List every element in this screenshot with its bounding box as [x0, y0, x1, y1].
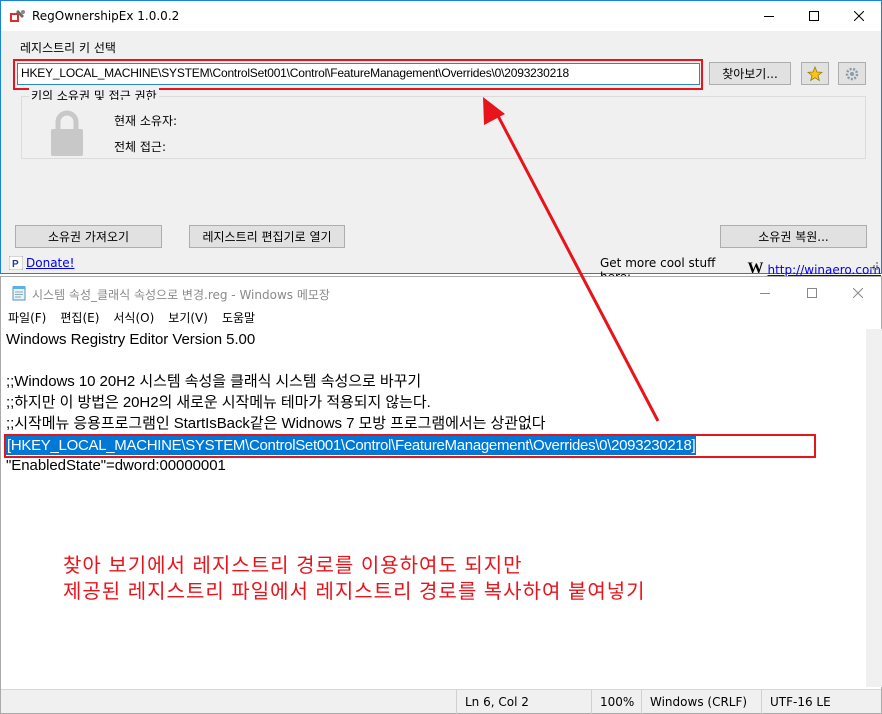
close-button[interactable]: [836, 1, 882, 31]
app-icon: [10, 10, 25, 22]
menu-edit[interactable]: 편집(E): [53, 308, 106, 328]
svg-text:P: P: [12, 259, 19, 270]
status-position: Ln 6, Col 2: [456, 690, 591, 714]
take-ownership-button[interactable]: 소유권 가져오기: [15, 225, 162, 248]
notepad-window: 시스템 속성_클래식 속성으로 변경.reg - Windows 메모장 파일(…: [0, 276, 882, 714]
gear-icon: [845, 67, 859, 80]
text-line: [6, 350, 866, 371]
text-line: ;;시작메뉴 응용프로그램인 StartIsBack같은 Widnows 7 모…: [6, 415, 546, 432]
minimize-button[interactable]: [746, 1, 792, 31]
notepad-menubar: 파일(F) 편집(E) 서식(O) 보기(V) 도움말: [1, 308, 881, 328]
selected-registry-path[interactable]: [HKEY_LOCAL_MACHINE\SYSTEM\ControlSet001…: [6, 436, 697, 455]
notepad-text-area[interactable]: Windows Registry Editor Version 5.00 ;;W…: [1, 329, 866, 687]
regownership-window: RegOwnershipEx 1.0.0.2 레지스트리 키 선택 HKEY_L…: [0, 0, 882, 284]
annotation-line-2: 제공된 레지스트리 파일에서 레지스트리 경로를 복사하여 붙여넣기: [63, 581, 646, 603]
donate-link[interactable]: Donate!: [26, 256, 74, 270]
groupbox-title: 키의 소유권 및 접근 권한: [29, 88, 159, 100]
resize-grip-icon[interactable]: [869, 261, 879, 271]
settings-button[interactable]: [838, 62, 866, 85]
notepad-maximize-button[interactable]: [789, 277, 835, 308]
minimize-icon: [760, 292, 770, 294]
maximize-icon: [807, 287, 817, 298]
notepad-close-button[interactable]: [835, 277, 881, 308]
text-line: "EnabledState"=dword:00000001: [6, 457, 226, 474]
registry-key-input[interactable]: HKEY_LOCAL_MACHINE\SYSTEM\ControlSet001\…: [17, 63, 700, 85]
status-line-endings: Windows (CRLF): [641, 690, 761, 714]
lock-icon: [51, 110, 83, 156]
status-encoding: UTF-16 LE: [761, 690, 881, 714]
notepad-titlebar[interactable]: 시스템 속성_클래식 속성으로 변경.reg - Windows 메모장: [1, 277, 881, 308]
open-regedit-button[interactable]: 레지스트리 편집기로 열기: [189, 225, 345, 248]
notepad-statusbar: Ln 6, Col 2 100% Windows (CRLF) UTF-16 L…: [1, 689, 881, 714]
menu-view[interactable]: 보기(V): [161, 308, 215, 328]
key-select-label: 레지스트리 키 선택: [20, 41, 116, 55]
star-icon: [807, 65, 823, 81]
restore-ownership-button[interactable]: 소유권 복원...: [720, 225, 867, 248]
winaero-link[interactable]: http://winaero.com: [768, 263, 882, 277]
notepad-minimize-button[interactable]: [742, 277, 788, 308]
vertical-scrollbar[interactable]: [866, 329, 882, 687]
text-line: ;;하지만 이 방법은 20H2의 새로운 시작메뉴 테마가 적용되지 않는다.: [6, 394, 431, 411]
current-owner-label: 현재 소유자:: [114, 114, 178, 128]
menu-file[interactable]: 파일(F): [1, 308, 53, 328]
annotation-line-1: 찾아 보기에서 레지스트리 경로를 이용하여도 되지만: [63, 555, 523, 577]
menu-help[interactable]: 도움말: [215, 308, 262, 328]
maximize-button[interactable]: [791, 1, 837, 31]
menu-format[interactable]: 서식(O): [106, 308, 161, 328]
notepad-icon: [12, 286, 26, 301]
full-access-label: 전체 접근:: [114, 140, 167, 154]
reg-window-title: RegOwnershipEx 1.0.0.2: [32, 9, 180, 23]
paypal-icon: P: [9, 256, 23, 270]
browse-button[interactable]: 찾아보기...: [709, 62, 791, 85]
notepad-title: 시스템 속성_클래식 속성으로 변경.reg - Windows 메모장: [32, 288, 330, 302]
minimize-icon: [764, 16, 774, 17]
text-line: Windows Registry Editor Version 5.00: [6, 331, 256, 348]
donate-row: P Donate!: [9, 256, 74, 270]
favorites-button[interactable]: [801, 62, 829, 85]
status-zoom: 100%: [591, 690, 641, 714]
close-icon: [853, 287, 863, 298]
reg-titlebar[interactable]: RegOwnershipEx 1.0.0.2: [1, 1, 881, 31]
close-icon: [854, 11, 864, 21]
maximize-icon: [809, 11, 819, 21]
text-line: ;;Windows 10 20H2 시스템 속성을 클래식 시스템 속성으로 바…: [6, 373, 422, 390]
